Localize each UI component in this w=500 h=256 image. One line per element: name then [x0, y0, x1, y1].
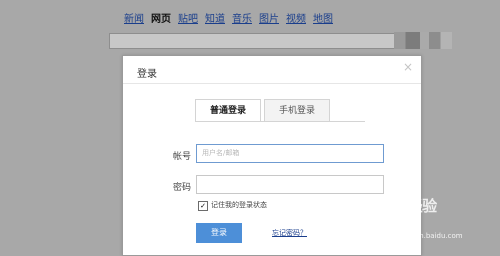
forgot-password-link[interactable]: 忘记密码？	[272, 228, 307, 238]
watermark-url: jingyan.baidu.com	[398, 232, 463, 240]
nav-images[interactable]: 图片	[259, 14, 279, 26]
login-dialog: 登录 × 普通登录 手机登录 帐号 用户名/邮箱 密码 ✓ 记住我的登录状态 登…	[122, 55, 422, 256]
tab-phone-login[interactable]: 手机登录	[264, 99, 330, 122]
search-input[interactable]	[109, 33, 395, 49]
tabs-divider	[195, 121, 365, 122]
close-icon[interactable]: ×	[403, 61, 413, 73]
baidu-watermark-logo: Baidu经验	[362, 197, 437, 215]
nav-news[interactable]: 新闻	[124, 14, 144, 26]
tab-normal-login[interactable]: 普通登录	[195, 99, 261, 122]
login-button[interactable]: 登录	[196, 223, 242, 243]
search-button[interactable]	[394, 32, 452, 49]
nav-map[interactable]: 地图	[313, 14, 333, 26]
nav-zhidao[interactable]: 知道	[205, 14, 225, 26]
account-field[interactable]: 用户名/邮箱	[196, 144, 384, 163]
nav-tieba[interactable]: 贴吧	[178, 14, 198, 26]
remember-checkbox[interactable]: ✓	[198, 201, 208, 211]
dialog-title: 登录	[137, 69, 157, 80]
password-label: 密码	[173, 183, 192, 193]
nav-web[interactable]: 网页	[151, 14, 171, 26]
title-divider	[123, 83, 421, 84]
nav-music[interactable]: 音乐	[232, 14, 252, 26]
remember-label: 记住我的登录状态	[211, 201, 267, 209]
account-label: 帐号	[173, 152, 192, 162]
password-field[interactable]	[196, 175, 384, 194]
nav-video[interactable]: 视频	[286, 14, 306, 26]
